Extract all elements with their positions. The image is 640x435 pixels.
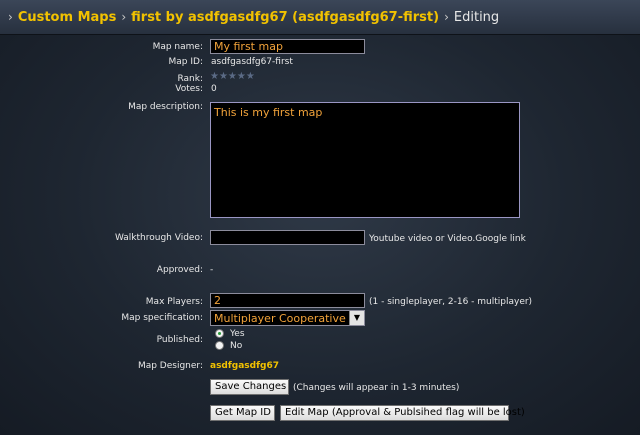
walkthrough-hint: Youtube video or Video.Google link — [369, 234, 526, 244]
published-no-radio[interactable] — [215, 341, 224, 350]
map-id-value: asdfgasdfg67-first — [211, 57, 293, 67]
published-yes-radio[interactable] — [215, 329, 224, 338]
rank-label: Rank: — [177, 74, 203, 84]
breadcrumb-separator: › — [444, 10, 449, 24]
max-players-label: Max Players: — [145, 297, 203, 307]
max-players-input[interactable] — [210, 293, 365, 308]
published-no-label: No — [230, 341, 243, 351]
breadcrumb: › Custom Maps › first by asdfgasdfg67 (a… — [0, 0, 640, 35]
votes-value: 0 — [211, 84, 217, 94]
map-designer-label: Map Designer: — [137, 361, 203, 371]
edit-map-button[interactable]: Edit Map (Approval & Publsihed flag will… — [280, 405, 525, 421]
breadcrumb-custom-maps-link[interactable]: Custom Maps — [18, 10, 117, 25]
approved-value: - — [210, 265, 214, 275]
save-hint: (Changes will appear in 1-3 minutes) — [293, 383, 460, 393]
published-label: Published: — [156, 335, 203, 345]
approved-label: Approved: — [156, 265, 203, 275]
rank-stars: ★★★★★ — [210, 71, 255, 82]
map-description-textarea[interactable]: This is my first map — [210, 102, 520, 218]
get-map-id-button[interactable]: Get Map ID — [210, 405, 275, 421]
map-spec-select[interactable]: Multiplayer Cooperative ▼ — [210, 310, 365, 326]
breadcrumb-separator: › — [8, 10, 13, 24]
map-spec-label: Map specification: — [121, 313, 203, 323]
chevron-down-icon[interactable]: ▼ — [349, 311, 364, 325]
breadcrumb-current: Editing — [453, 9, 500, 25]
map-designer-link[interactable]: asdfgasdfg67 — [210, 361, 279, 371]
published-yes-label: Yes — [230, 329, 245, 339]
walkthrough-label: Walkthrough Video: — [114, 233, 203, 243]
max-players-hint: (1 - singleplayer, 2-16 - multiplayer) — [369, 297, 533, 307]
map-description-label: Map description: — [128, 102, 203, 112]
votes-label: Votes: — [175, 84, 203, 94]
map-id-label: Map ID: — [168, 57, 203, 67]
breadcrumb-separator: › — [121, 10, 127, 24]
map-name-label: Map name: — [152, 42, 203, 52]
walkthrough-video-input[interactable] — [210, 230, 365, 245]
breadcrumb-map-link[interactable]: first by asdfgasdfg67 (asdfgasdfg67-firs… — [131, 10, 439, 25]
map-spec-selected-value: Multiplayer Cooperative — [214, 312, 346, 325]
save-changes-button[interactable]: Save Changes — [210, 379, 289, 395]
map-name-input[interactable] — [210, 39, 365, 54]
